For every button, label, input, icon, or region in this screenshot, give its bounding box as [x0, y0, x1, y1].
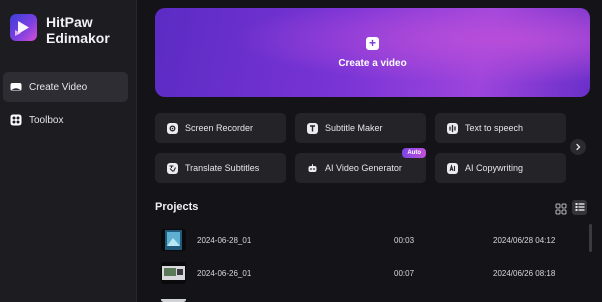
- project-row[interactable]: [155, 291, 585, 302]
- grid-view-toggle[interactable]: [555, 202, 567, 215]
- create-video-button[interactable]: + Create a video: [155, 8, 590, 97]
- sidebar-item-label: Toolbox: [29, 114, 64, 126]
- sidebar-item-toolbox[interactable]: Toolbox: [3, 105, 128, 135]
- project-row[interactable]: 2024-06-28_01 00:03 2024/06/28 04:12: [155, 225, 585, 255]
- project-thumbnail: [161, 229, 186, 251]
- grid-view-icon: [555, 202, 567, 219]
- create-video-label: Create a video: [338, 57, 407, 69]
- project-modified: 2024/06/28 04:12: [493, 236, 556, 245]
- tool-label: AI Video Generator: [325, 163, 402, 173]
- app-name-line1: HitPaw: [46, 14, 93, 30]
- project-thumbnail: [161, 262, 186, 284]
- project-name: 2024-06-26_01: [197, 269, 252, 278]
- project-name: 2024-06-28_01: [197, 236, 252, 245]
- translate-icon: [167, 162, 178, 174]
- tool-text-to-speech[interactable]: Text to speech: [435, 113, 566, 143]
- app-name-line2: Edimakor: [46, 30, 110, 46]
- tool-subtitle-maker[interactable]: Subtitle Maker: [295, 113, 426, 143]
- tool-label: Text to speech: [465, 123, 524, 133]
- list-view-toggle[interactable]: [572, 200, 587, 215]
- projects-heading: Projects: [155, 201, 199, 213]
- app-name: HitPaw Edimakor: [46, 14, 110, 46]
- tool-ai-video-generator[interactable]: AI Video Generator Auto: [295, 148, 426, 183]
- tool-label: Subtitle Maker: [325, 123, 383, 133]
- robot-icon: [307, 163, 318, 174]
- create-video-icon: [10, 81, 22, 93]
- next-tools-button[interactable]: [570, 139, 586, 155]
- tool-label: Translate Subtitles: [185, 163, 260, 173]
- ai-copywriting-icon: [447, 162, 458, 174]
- tool-translate-subtitles[interactable]: Translate Subtitles: [155, 153, 286, 183]
- auto-badge: Auto: [402, 148, 426, 158]
- screen-recorder-icon: [167, 122, 178, 134]
- sidebar-item-create-video[interactable]: Create Video: [3, 72, 128, 102]
- toolbox-icon: [10, 114, 22, 126]
- tool-label: AI Copywriting: [465, 163, 524, 173]
- text-to-speech-icon: [447, 122, 458, 134]
- subtitle-maker-icon: [307, 122, 318, 134]
- list-view-icon: [575, 199, 585, 217]
- tool-label: Screen Recorder: [185, 123, 254, 133]
- tool-ai-copywriting[interactable]: AI Copywriting: [435, 153, 566, 183]
- project-duration: 00:03: [394, 236, 415, 245]
- app-logo: HitPaw Edimakor: [10, 14, 110, 46]
- projects-scrollbar[interactable]: [589, 224, 592, 252]
- project-row[interactable]: 2024-06-26_01 00:07 2024/06/26 08:18: [155, 258, 585, 288]
- plus-icon: +: [366, 36, 379, 50]
- tool-screen-recorder[interactable]: Screen Recorder: [155, 113, 286, 143]
- sidebar-item-label: Create Video: [29, 81, 88, 93]
- project-duration: 00:07: [394, 269, 415, 278]
- chevron-right-icon: [574, 138, 582, 156]
- sidebar: HitPaw Edimakor Create Video Toolbox: [0, 0, 137, 302]
- project-modified: 2024/06/26 08:18: [493, 269, 556, 278]
- hitpaw-logo-icon: [10, 14, 37, 41]
- project-thumbnail: [161, 297, 186, 302]
